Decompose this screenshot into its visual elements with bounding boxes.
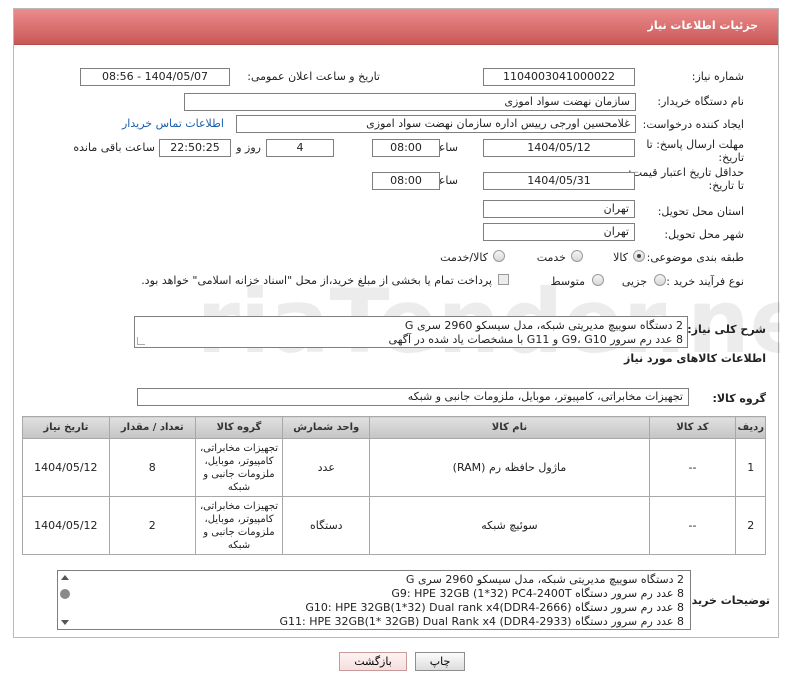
goods-table: ردیف کد کالا نام کالا واحد شمارش گروه کا… — [22, 416, 766, 555]
col-header-unit: واحد شمارش — [282, 416, 371, 439]
purchase-process-label: نوع فرآیند خرید : — [666, 275, 744, 288]
category-goods-service-label: کالا/خدمت — [440, 251, 488, 264]
buyer-org-label: نام دستگاه خریدار: — [657, 95, 744, 108]
overall-desc-label: شرح کلی نیاز: — [687, 323, 766, 336]
reply-deadline-label: مهلت ارسال پاسخ: تا — [646, 138, 744, 151]
need-number-field: 1104003041000022 — [483, 68, 635, 86]
cell-unit: دستگاه — [282, 496, 371, 555]
cell-date: 1404/05/12 — [22, 438, 110, 497]
reply-date-field: 1404/05/12 — [483, 139, 635, 157]
announce-datetime-label: تاریخ و ساعت اعلان عمومی: — [247, 70, 380, 83]
buyer-notes-scrollbar[interactable] — [59, 572, 71, 628]
cell-unit: عدد — [282, 438, 371, 497]
cell-name: ماژول حافظه رم (RAM) — [369, 438, 650, 497]
goods-group-label: گروه کالا: — [712, 392, 766, 405]
buyer-contact-link[interactable]: اطلاعات تماس خریدار — [122, 117, 224, 130]
scroll-down-icon[interactable] — [61, 620, 69, 625]
price-validity-label: حداقل تاریخ اعتبار قیمت: — [628, 166, 744, 179]
need-number-label: شماره نیاز: — [691, 70, 744, 83]
goods-info-title: اطلاعات کالاهای مورد نیاز — [624, 352, 766, 365]
cell-row-no: 1 — [735, 438, 766, 497]
process-medium-radio[interactable] — [592, 274, 604, 286]
back-button[interactable]: بازگشت — [339, 652, 407, 671]
print-button[interactable]: چاپ — [415, 652, 465, 671]
category-goods-service-radio[interactable] — [493, 250, 505, 262]
category-service-radio[interactable] — [571, 250, 583, 262]
table-row: 2 -- سوئیچ شبکه دستگاه تجهیزات مخابراتی،… — [22, 496, 766, 555]
process-medium-label: متوسط — [550, 275, 585, 288]
buyer-notes-line-4: 8 عدد رم سرور دستگاه G11: HPE 32GB(1* 32… — [279, 615, 684, 628]
days-remaining-field: 4 — [266, 139, 334, 157]
buyer-notes-label: توضیحات خریدار: — [677, 594, 770, 607]
cell-code: -- — [648, 438, 737, 497]
resize-grip-icon[interactable] — [137, 337, 145, 345]
price-validity-date-field: 1404/05/31 — [483, 172, 635, 190]
table-header-row: ردیف کد کالا نام کالا واحد شمارش گروه کا… — [22, 416, 766, 439]
overall-desc-textarea[interactable]: 2 دستگاه سوییچ مدیریتی شبکه، مدل سیسکو 2… — [134, 316, 688, 348]
time-remaining-label: ساعت باقی مانده — [73, 141, 155, 154]
cell-code: -- — [648, 496, 737, 555]
time-remaining-field: 22:50:25 — [159, 139, 231, 157]
cell-name: سوئیچ شبکه — [369, 496, 650, 555]
table-row: 1 -- ماژول حافظه رم (RAM) عدد تجهیزات مخ… — [22, 438, 766, 497]
scroll-thumb[interactable] — [60, 589, 70, 599]
category-label: طبقه بندی موضوعی: — [646, 251, 744, 264]
treasury-payment-checkbox[interactable] — [498, 274, 509, 285]
reply-time-field: 08:00 — [372, 139, 440, 157]
requester-field: غلامحسین اورجی رییس اداره سازمان نهضت سو… — [236, 115, 636, 133]
cell-group: تجهیزات مخابراتی، کامپیوتر، موبایل، ملزو… — [194, 496, 284, 555]
price-validity-label-2: تا تاریخ: — [708, 179, 744, 192]
cell-row-no: 2 — [735, 496, 766, 555]
category-service-label: خدمت — [536, 251, 566, 264]
announce-datetime-field: 1404/05/07 - 08:56 — [80, 68, 230, 86]
col-header-date: تاریخ نیاز — [22, 416, 110, 439]
goods-group-field: تجهیزات مخابراتی، کامپیوتر، موبایل، ملزو… — [137, 388, 689, 406]
col-header-row-no: ردیف — [735, 416, 766, 439]
buyer-notes-line-2: 8 عدد رم سرور دستگاه G9: HPE 32GB (1*32)… — [391, 587, 684, 600]
overall-desc-line-2: 8 عدد رم سرور G9، G10 و G11 با مشخصات یا… — [388, 333, 683, 346]
col-header-group: گروه کالا — [194, 416, 284, 439]
days-label: روز و — [236, 141, 261, 154]
buyer-notes-line-1: 2 دستگاه سوییچ مدیریتی شبکه، مدل سیسکو 2… — [405, 573, 684, 586]
treasury-payment-note: پرداخت تمام یا بخشی از مبلغ خرید،از محل … — [141, 274, 492, 287]
scroll-up-icon[interactable] — [61, 575, 69, 580]
page-title: جزئیات اطلاعات نیاز — [647, 19, 759, 32]
cell-qty: 8 — [108, 438, 196, 497]
process-minor-label: جزیی — [621, 275, 647, 288]
category-goods-label: کالا — [613, 251, 628, 264]
panel-header: جزئیات اطلاعات نیاز — [14, 9, 778, 45]
cell-date: 1404/05/12 — [22, 496, 110, 555]
process-minor-radio[interactable] — [654, 274, 666, 286]
reply-deadline-label-2: تاریخ: — [718, 151, 744, 164]
delivery-city-label: شهر محل تحویل: — [664, 228, 744, 241]
buyer-notes-textarea[interactable]: 2 دستگاه سوییچ مدیریتی شبکه، مدل سیسکو 2… — [57, 570, 691, 630]
requester-label: ایجاد کننده درخواست: — [642, 118, 744, 131]
delivery-province-field: تهران — [483, 200, 635, 218]
cell-qty: 2 — [108, 496, 196, 555]
buyer-org-field: سازمان نهضت سواد اموزی — [184, 93, 636, 111]
delivery-province-label: استان محل تحویل: — [657, 205, 744, 218]
col-header-name: نام کالا — [369, 416, 650, 439]
cell-group: تجهیزات مخابراتی، کامپیوتر، موبایل، ملزو… — [194, 438, 284, 497]
col-header-code: کد کالا — [648, 416, 737, 439]
delivery-city-field: تهران — [483, 223, 635, 241]
buyer-notes-line-3: 8 عدد رم سرور دستگاه G10: HPE 32GB(1*32)… — [305, 601, 684, 614]
col-header-qty: تعداد / مقدار — [108, 416, 196, 439]
price-validity-time-field: 08:00 — [372, 172, 440, 190]
category-goods-radio[interactable] — [633, 250, 645, 262]
overall-desc-line-1: 2 دستگاه سوییچ مدیریتی شبکه، مدل سیسکو 2… — [404, 319, 683, 332]
